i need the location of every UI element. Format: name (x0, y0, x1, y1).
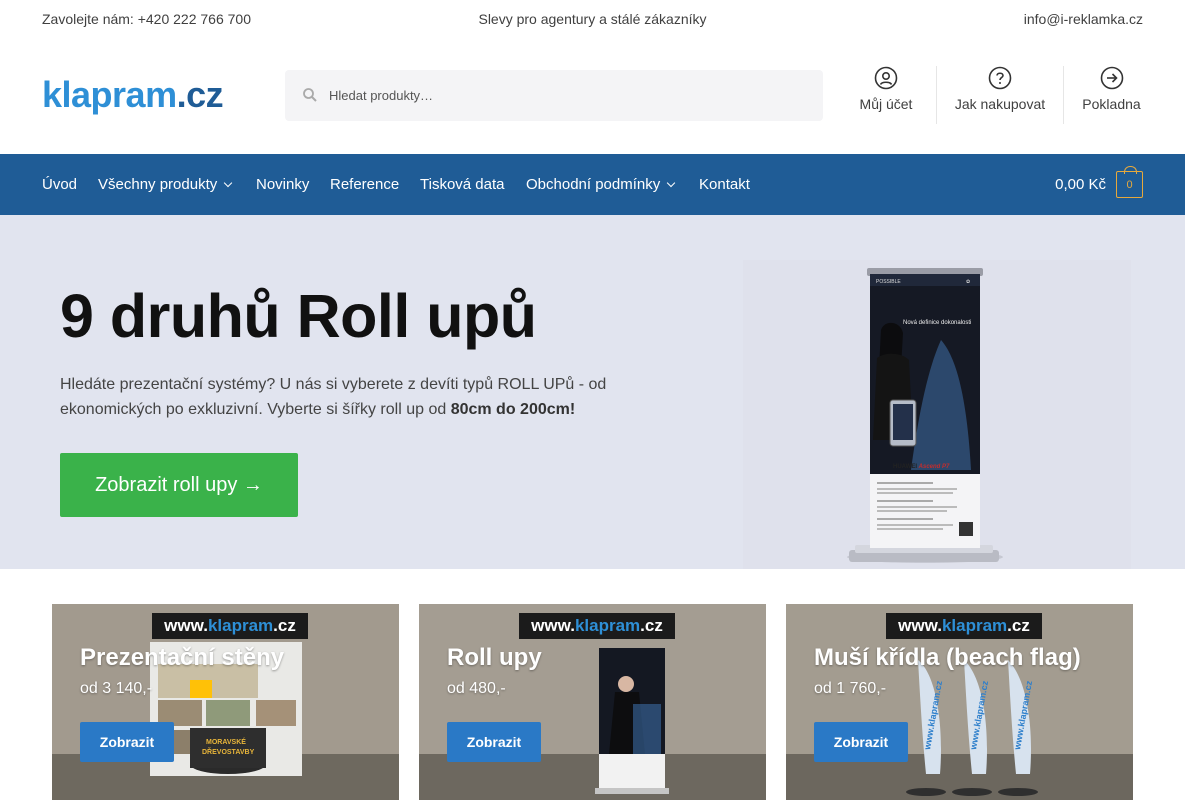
checkout-link[interactable]: Pokladna (1064, 66, 1159, 124)
nav-item-label: Všechny produkty (98, 176, 218, 193)
brand-banner: www.klapram.cz (519, 613, 675, 639)
rollup-product-image: POSSIBLE ✿ Nová definice dokonalosti HUA… (743, 260, 1131, 569)
top-bar: Zavolejte nám: +420 222 766 700 Slevy pr… (0, 0, 1185, 36)
card-price: od 1 760,- (814, 680, 887, 697)
nav-item-print-data[interactable]: Tisková data (420, 176, 505, 193)
brand-banner: www.klapram.cz (886, 613, 1042, 639)
card-price: od 3 140,- (80, 680, 153, 697)
nav-item-home[interactable]: Úvod (42, 176, 77, 193)
rollup-slogan-text: Nová definice dokonalosti (903, 320, 971, 326)
hero-desc-highlight: 80cm do 200cm! (450, 401, 576, 418)
cart-bag-icon[interactable]: 0 (1116, 166, 1143, 198)
nav-item-news[interactable]: Novinky (256, 176, 309, 193)
contact-email[interactable]: info@i-reklamka.cz (1024, 11, 1143, 27)
card-title: Prezentační stěny (80, 644, 285, 671)
cart-count: 0 (1126, 179, 1133, 191)
checkout-label: Pokladna (1082, 96, 1141, 112)
show-rollups-button[interactable]: Zobrazit roll upy → (60, 453, 298, 517)
chevron-down-icon (223, 178, 233, 188)
hero-banner: 9 druhů Roll upů Hledáte prezentační sys… (0, 215, 1185, 569)
brand-banner: www.klapram.cz (152, 613, 308, 639)
nav-item-references[interactable]: Reference (330, 176, 399, 193)
my-account-link[interactable]: Můj účet (836, 66, 936, 124)
product-card-beach-flags[interactable]: www.klapram.cz www.klapram.cz www.klapra… (786, 604, 1133, 800)
rollup-brand-text: HUAWEI Ascend P7 (893, 464, 950, 470)
card-title: Muší křídla (beach flag) (814, 644, 1081, 671)
logo-domain: .cz (176, 74, 224, 115)
question-icon (988, 66, 1012, 90)
how-to-buy-label: Jak nakupovat (954, 96, 1046, 112)
nav-item-terms[interactable]: Obchodní podmínky (526, 176, 676, 193)
hero-title: 9 druhů Roll upů (60, 282, 537, 350)
user-icon (874, 66, 898, 90)
product-card-rollups[interactable]: www.klapram.cz Roll upy od 480,- Zobrazi… (419, 604, 766, 800)
product-card-presentation-walls[interactable]: MORAVSKÉ DŘEVOSTAVBY www.klapram.cz Prez… (52, 604, 399, 800)
site-logo[interactable]: klapram.cz (42, 74, 224, 116)
svg-text:MORAVSKÉ: MORAVSKÉ (206, 737, 246, 746)
rollup-illustration: POSSIBLE ✿ Nová definice dokonalosti HUA… (847, 268, 1003, 563)
nav-item-contact[interactable]: Kontakt (699, 176, 750, 193)
card-title: Roll upy (447, 644, 542, 671)
search-input[interactable] (329, 70, 809, 121)
svg-text:POSSIBLE: POSSIBLE (876, 279, 901, 285)
svg-text:✿: ✿ (966, 279, 970, 285)
show-button[interactable]: Zobrazit (80, 722, 174, 762)
site-header: klapram.cz Můj účet Jak nakupovat Pokl (0, 36, 1185, 154)
my-account-label: Můj účet (859, 96, 913, 112)
svg-text:DŘEVOSTAVBY: DŘEVOSTAVBY (202, 747, 255, 756)
chevron-down-icon (667, 178, 676, 188)
card-price: od 480,- (447, 680, 506, 697)
how-to-buy-link[interactable]: Jak nakupovat (936, 66, 1064, 124)
search-box (285, 70, 823, 121)
hero-description: Hledáte prezentační systémy? U nás si vy… (60, 372, 650, 422)
search-icon[interactable] (302, 87, 318, 103)
cart-total[interactable]: 0,00 Kč (1055, 176, 1106, 193)
main-navigation: Úvod Všechny produkty Novinky Reference … (0, 154, 1185, 215)
nav-item-all-products[interactable]: Všechny produkty (98, 176, 233, 193)
show-button[interactable]: Zobrazit (814, 722, 908, 762)
show-button[interactable]: Zobrazit (447, 722, 541, 762)
logo-text: klapram (42, 74, 177, 115)
nav-item-label: Obchodní podmínky (526, 176, 661, 193)
arrow-right-circle-icon (1100, 66, 1123, 90)
promo-text: Slevy pro agentury a stálé zákazníky (478, 11, 707, 27)
